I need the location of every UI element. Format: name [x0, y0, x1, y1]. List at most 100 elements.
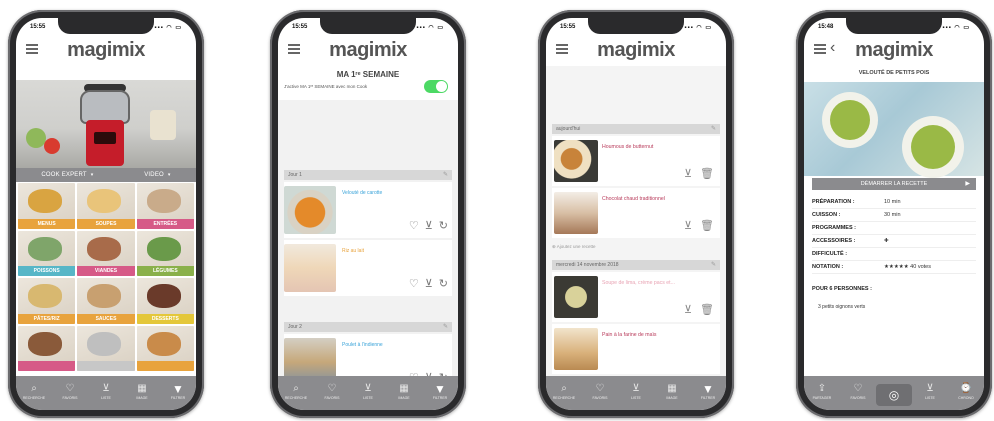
hero-veg [26, 128, 46, 148]
recipe-photo [804, 82, 984, 178]
nav-item[interactable]: ▦ IMAGE [387, 383, 421, 400]
week-toggle[interactable] [424, 80, 448, 93]
nav-label: IMAGE [666, 395, 678, 400]
nav-icon: ⊻ [364, 382, 372, 394]
info-key: DIFFICULTÉ : [812, 251, 848, 257]
camera-icon: ◎ [888, 388, 900, 402]
nav-label: FILTRER [700, 395, 716, 400]
nav-item[interactable]: ⌚ CHRONO [949, 383, 983, 400]
refresh-icon[interactable]: ↻ [439, 277, 448, 290]
add-recipe-link[interactable]: ⊕ Ajoutez une recette [552, 244, 596, 250]
nav-item[interactable]: ⌕ RECHERCHE [547, 383, 581, 400]
nav-icon: ▦ [667, 382, 677, 394]
recipe-row[interactable]: Velouté de carotte ♡ ⊻ ↻ [284, 182, 452, 238]
back-arrow-icon[interactable]: ‹ [830, 39, 835, 57]
play-icon: ▶ [965, 181, 970, 187]
info-value: 10 min [884, 199, 901, 205]
robot-screen [94, 132, 116, 144]
category-tile[interactable] [18, 325, 76, 371]
hero-jar [150, 110, 176, 140]
hamburger-menu-icon[interactable] [26, 44, 38, 54]
recipe-row[interactable]: Pain à la farine de maïs [552, 324, 720, 374]
category-tile[interactable]: SAUCES [77, 278, 135, 324]
edit-icon[interactable]: ✎ [711, 260, 716, 270]
camera-button[interactable]: ◎ [876, 384, 912, 406]
nav-item[interactable]: ♡ FAVORIS [53, 383, 87, 400]
nav-item[interactable]: ⊻ LISTE [89, 383, 123, 400]
hamburger-menu-icon[interactable] [288, 44, 300, 54]
category-label: SOUPES [77, 218, 135, 229]
nav-label: FAVORIS [592, 395, 608, 400]
trash-icon[interactable]: 🗑 [700, 303, 714, 316]
nav-label: RECHERCHE [552, 395, 576, 400]
category-tile[interactable]: VIANDES [77, 230, 135, 276]
nav-item[interactable]: ⌕ RECHERCHE [17, 383, 51, 400]
status-time: 15:55 [30, 24, 46, 30]
category-tile[interactable]: SOUPES [77, 183, 135, 229]
category-tile[interactable]: LÉGUMES [136, 230, 194, 276]
category-tile[interactable]: MENUS [18, 183, 76, 229]
nav-item[interactable]: ⊻ LISTE [913, 383, 947, 400]
info-key: NOTATION : [812, 264, 844, 270]
trash-icon[interactable]: 🗑 [700, 219, 714, 232]
nav-item[interactable]: ▼ FILTRER [423, 383, 457, 400]
nav-label: FAVORIS [324, 395, 340, 400]
nav-icon: ⊻ [632, 382, 640, 394]
start-recipe-button[interactable]: DÉMARRER LA RECETTE ▶ [812, 178, 976, 190]
nav-item[interactable]: ⌕ RECHERCHE [279, 383, 313, 400]
recipe-thumbnail [284, 186, 336, 234]
hamburger-menu-icon[interactable] [556, 44, 568, 54]
category-grid: MENUS SOUPES ENTRÉES POISSONS VIANDES LÉGUMES… [18, 183, 194, 371]
category-label: PÂTES/RIZ [18, 313, 76, 324]
category-tile[interactable] [77, 325, 135, 371]
recipe-actions: ⊻ 🗑 [684, 219, 714, 232]
cart-icon[interactable]: ⊻ [684, 303, 692, 316]
nav-item[interactable]: ♡ FAVORIS [841, 383, 875, 400]
nav-item[interactable]: ▦ IMAGE [125, 383, 159, 400]
recipe-thumbnail [554, 140, 598, 182]
hamburger-menu-icon[interactable] [814, 44, 826, 54]
edit-icon[interactable]: ✎ [443, 170, 448, 180]
edit-icon[interactable]: ✎ [711, 124, 716, 134]
cart-icon[interactable]: ⊻ [425, 219, 433, 232]
nav-item[interactable]: ⇪ PARTAGER [805, 383, 839, 400]
soup [830, 100, 870, 140]
refresh-icon[interactable]: ↻ [439, 219, 448, 232]
nav-icon: ♡ [595, 382, 605, 394]
nav-item[interactable]: ▦ IMAGE [655, 383, 689, 400]
robot-bowl [80, 90, 130, 124]
category-tile[interactable] [136, 325, 194, 371]
cart-icon[interactable]: ⊻ [684, 219, 692, 232]
week-list: Jour 1 ✎ Velouté de carotte ♡ ⊻ ↻ Riz au … [278, 100, 458, 390]
recipe-row[interactable]: Chocolat chaud traditionnel ⊻ 🗑 [552, 188, 720, 238]
cart-icon[interactable]: ⊻ [425, 277, 433, 290]
status-time: 15:48 [818, 24, 834, 30]
edit-icon[interactable]: ✎ [443, 322, 448, 332]
category-tile[interactable]: DESSERTS [136, 278, 194, 324]
category-tile[interactable]: POISSONS [18, 230, 76, 276]
nav-item[interactable]: ▼ FILTRER [161, 383, 195, 400]
category-label [77, 361, 135, 371]
nav-item[interactable]: ⊻ LISTE [619, 383, 653, 400]
nav-item[interactable]: ♡ FAVORIS [315, 383, 349, 400]
nav-item[interactable]: ⊻ LISTE [351, 383, 385, 400]
info-row: DIFFICULTÉ : [812, 248, 976, 261]
recipe-thumbnail [554, 276, 598, 318]
recipe-row[interactable]: Riz au lait ♡ ⊻ ↻ [284, 240, 452, 296]
tab-cook-expert[interactable]: COOK EXPERT ▾ [41, 172, 93, 178]
bottom-nav: ⌕ RECHERCHE ♡ FAVORIS ⊻ LISTE ▦ IMAGE ▼ FILTRER [546, 376, 726, 410]
tab-video[interactable]: VIDEO ▾ [144, 172, 170, 178]
recipe-row[interactable]: Houmous de butternut ⊻ 🗑 [552, 136, 720, 186]
app-header: ‹ magimix [804, 36, 984, 64]
category-tile[interactable]: PÂTES/RIZ [18, 278, 76, 324]
info-key: PRÉPARATION : [812, 199, 855, 205]
recipe-row[interactable]: Soupe de lima, crème pacs et... ⊻ 🗑 [552, 272, 720, 322]
category-tile[interactable]: ENTRÉES [136, 183, 194, 229]
nav-item[interactable]: ▼ FILTRER [691, 383, 725, 400]
nav-item[interactable]: ♡ FAVORIS [583, 383, 617, 400]
trash-icon[interactable]: 🗑 [700, 167, 714, 180]
heart-icon[interactable]: ♡ [409, 219, 419, 232]
heart-icon[interactable]: ♡ [409, 277, 419, 290]
ingredient-item: 3 petits oignons verts [818, 304, 866, 310]
cart-icon[interactable]: ⊻ [684, 167, 692, 180]
